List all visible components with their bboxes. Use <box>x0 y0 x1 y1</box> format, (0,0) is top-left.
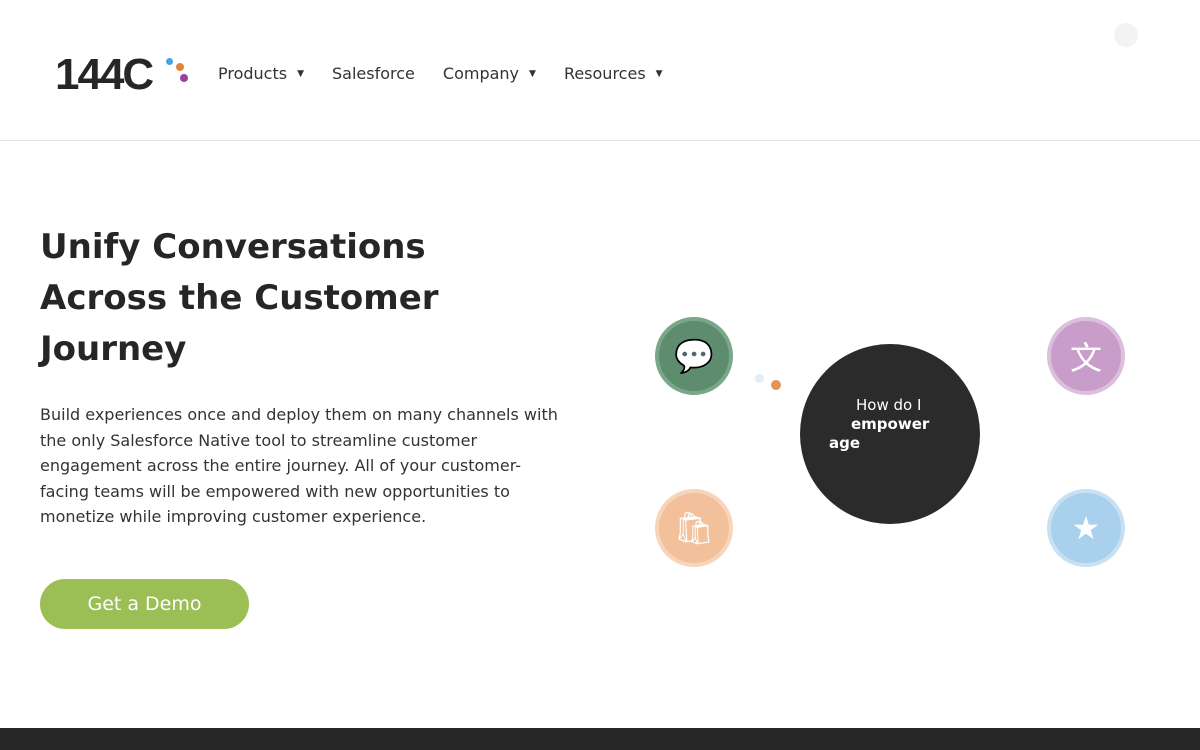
bag-glyph: 🛍 <box>673 509 715 547</box>
get-demo-button[interactable]: Get a Demo <box>40 579 249 629</box>
question-bubble: How do I empower age <box>800 344 980 524</box>
bubble-line-1: How do I <box>856 396 922 414</box>
nav-label: Salesforce <box>332 64 415 83</box>
nav-resources[interactable]: Resources ▼ <box>564 64 663 83</box>
logo[interactable]: 144C <box>55 52 154 98</box>
site-header: 144C Products ▼ Salesforce Company ▼ Resou… <box>0 0 1200 141</box>
footer-bar <box>0 728 1200 750</box>
bubble-line-3: age <box>829 434 861 452</box>
shield-star-icon: ★ <box>1047 489 1125 567</box>
logo-dot-orange <box>176 63 184 71</box>
caret-down-icon: ▼ <box>529 68 536 79</box>
nav-products[interactable]: Products ▼ <box>218 64 304 83</box>
translate-icon: 文 <box>1047 317 1125 395</box>
caret-down-icon: ▼ <box>655 68 663 79</box>
logo-dot-blue <box>166 58 173 65</box>
nav-salesforce[interactable]: Salesforce <box>332 64 415 83</box>
chat-glyph: 💬 <box>674 337 714 375</box>
menu-circle-button[interactable] <box>1114 23 1138 47</box>
main-nav: Products ▼ Salesforce Company ▼ Resources ▼ <box>218 64 691 83</box>
nav-label: Products <box>218 64 288 83</box>
translate-glyph: 文 <box>1069 339 1102 377</box>
hero-description: Build experiences once and deploy them o… <box>40 405 558 526</box>
caret-down-icon: ▼ <box>297 68 305 79</box>
nav-label: Company <box>442 64 520 83</box>
chat-icon: 💬 <box>655 317 733 395</box>
small-dot-orange <box>771 380 781 390</box>
bubble-line-2: empower <box>851 415 930 433</box>
nav-label: Resources <box>563 64 646 83</box>
small-dot-blue <box>755 374 764 383</box>
hero-title: Unify Conversations Across the Customer … <box>40 227 439 369</box>
nav-company[interactable]: Company ▼ <box>443 64 536 83</box>
logo-dot-purple <box>180 74 188 82</box>
shield-glyph: ★ <box>1071 509 1101 547</box>
shopping-bag-icon: 🛍 <box>655 489 733 567</box>
